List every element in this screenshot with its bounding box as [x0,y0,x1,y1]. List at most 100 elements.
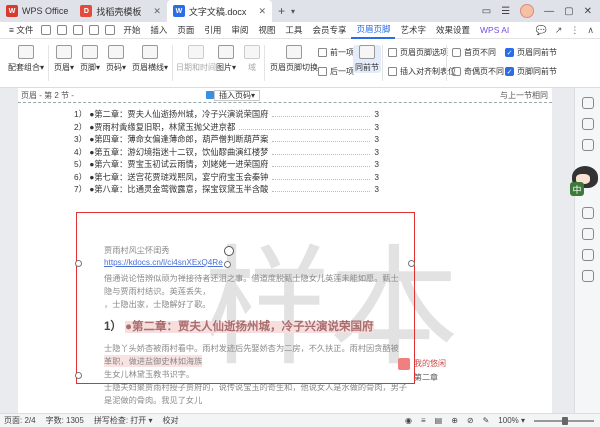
menu-view[interactable]: 视图 [253,22,280,39]
toc-entry[interactable]: 6） ●第七章：送宫花贾琏戏熙凤，宴宁府宝玉会秦钟 3 [74,171,379,184]
write-mode-icon[interactable]: ✎ [483,416,490,425]
sidebar-more-icon[interactable] [581,207,594,219]
sidebar-shapes-icon[interactable] [581,139,594,151]
window-layout-icon[interactable]: ▭ [482,6,491,17]
more-icon[interactable]: ⋮ [570,25,579,36]
header-footer-options-button[interactable]: 页眉页脚选项 [388,47,448,58]
undo-icon[interactable] [89,25,100,35]
tab-wps-office[interactable]: W WPS Office [0,0,74,22]
menu-effects[interactable]: 效果设置 [431,22,475,39]
menubar-right: 💬 ↗ ⋮ ∧ [536,25,600,36]
different-odd-even-checkbox[interactable]: 奇偶页不同 [452,66,504,77]
comment-icon[interactable]: 💬 [536,25,547,36]
link-to-previous-button[interactable]: 同前节 [353,45,381,73]
proofread-button[interactable]: 校对 [163,415,179,426]
toc-entry[interactable]: 5） ●第六章：贾宝玉初试云雨情，刘姥姥一进荣国府 3 [74,158,379,171]
header-button[interactable]: 页眉▾ [54,45,74,73]
zoom-slider[interactable] [534,416,594,425]
close-tab-icon[interactable]: ✕ [153,6,161,17]
footer-link-previous-checkbox[interactable]: ✓ 页脚同前节 [505,66,557,77]
menu-page[interactable]: 页面 [172,22,199,39]
word-count[interactable]: 字数: 1305 [46,415,84,426]
tab-templates[interactable]: D 找稻壳模板 ✕ [74,0,167,22]
document-page[interactable]: 页眉 - 第 2 节 - 插入页码▾ 与上一节相同 1） ●第二章：贾夫人仙逝扬… [18,88,552,413]
rotate-handle-icon[interactable] [224,246,234,256]
input-method-icon[interactable]: 中 [570,182,584,196]
header-icon [56,45,72,59]
eye-protection-icon[interactable]: ⊘ [467,416,474,425]
sidebar-edit-icon[interactable] [581,118,594,130]
tab-list-chevron-icon[interactable]: ▾ [291,7,295,16]
header-area[interactable]: 页眉 - 第 2 节 - 插入页码▾ 与上一节相同 [18,88,552,103]
next-item-button[interactable]: 后一项 [318,66,354,77]
print-icon[interactable] [73,25,84,35]
sidebar-ai-icon[interactable] [581,228,594,240]
combo-set-button[interactable]: 配套组合▾ [8,45,44,73]
redo-icon[interactable] [105,25,116,35]
comment-bubble[interactable]: 我的悠闲 第二章 [398,358,446,383]
field-button[interactable]: 域 [244,45,260,73]
resize-handle[interactable] [75,260,82,267]
menu-references[interactable]: 引用 [199,22,226,39]
menu-wordart[interactable]: 艺术字 [395,22,431,39]
menu-home[interactable]: 开始 [118,22,145,39]
header-footer-switch-button[interactable]: 页眉页脚切换 [270,45,318,73]
toc-entry[interactable]: 4） ●第五章：游幻境指迷十二钗，饮仙醪曲演红楼梦 3 [74,146,379,159]
checkbox-icon [452,67,461,76]
toc-entry[interactable]: 7） ●第八章：比通灵金莺微露意，探宝钗黛玉半含酸 3 [74,183,379,196]
header-link-previous-checkbox[interactable]: ✓ 页眉同前节 [505,47,557,58]
table-of-contents: 1） ●第二章：贾夫人仙逝扬州城，冷子兴演说荣国府 3 2） ●贾雨村夤缘复旧职，… [74,108,379,196]
insert-page-number-button[interactable]: 插入页码▾ [214,90,261,101]
page-indicator[interactable]: 页面: 2/4 [4,415,36,426]
web-view-icon[interactable]: ⊕ [451,416,458,425]
menu-header-footer[interactable]: 页眉页脚 [351,22,396,39]
previous-item-button[interactable]: 前一项 [318,47,354,58]
sidebar-select-icon[interactable] [581,97,594,109]
avatar[interactable] [520,4,535,18]
outline-view-icon[interactable]: ≡ [421,416,426,425]
close-window-icon[interactable]: ✕ [584,6,592,17]
menu-file[interactable]: ≡ 文件 [4,22,38,39]
document-workspace: 页眉 - 第 2 节 - 插入页码▾ 与上一节相同 1） ●第二章：贾夫人仙逝扬… [0,88,600,413]
resize-handle[interactable] [224,261,231,268]
resize-handle[interactable] [408,260,415,267]
wps-logo-icon: W [6,5,18,17]
menu-member[interactable]: 会员专享 [307,22,351,39]
zoom-slider-handle[interactable] [562,416,568,425]
assistant-sticker-icon[interactable]: 中 [560,152,598,196]
close-tab-icon[interactable]: ✕ [258,6,266,17]
open-folder-icon[interactable] [41,25,52,35]
tab-document[interactable]: W 文字文稿.docx ✕ [166,0,272,22]
minimize-icon[interactable]: — [544,6,554,17]
toc-entry[interactable]: 2） ●贾雨村夤缘复旧职，林黛玉抛父进京都 3 [74,121,379,134]
spell-check-toggle[interactable]: 拼写检查: 打开 ▾ [94,415,153,426]
menu-icon[interactable]: ☰ [501,6,510,17]
toc-entry[interactable]: 1） ●第二章：贾夫人仙逝扬州城，冷子兴演说荣国府 3 [74,108,379,121]
sidebar-add-icon[interactable] [581,270,594,282]
header-line-button[interactable]: 页眉横线▾ [132,45,168,73]
sidebar-cloud-icon[interactable] [581,249,594,261]
docer-logo-icon: D [80,5,93,17]
new-tab-plus-icon[interactable]: + [278,4,285,18]
menu-insert[interactable]: 插入 [145,22,172,39]
resize-handle[interactable] [75,372,82,379]
maximize-icon[interactable]: ▢ [564,6,573,17]
menu-wps-ai[interactable]: WPS AI [475,22,514,39]
toc-entry[interactable]: 3） ●第四章：薄命女偏逢薄命郎，葫芦僧判断葫芦案 3 [74,133,379,146]
menu-review[interactable]: 审阅 [226,22,253,39]
page-number-button[interactable]: 页码▾ [106,45,126,73]
ribbon-header-footer: 配套组合▾ 页眉▾ 页脚▾ 页码▾ 页眉横线▾ 日期和时间 图片▾ 域 页眉页脚… [0,39,600,88]
collapse-ribbon-icon[interactable]: ∧ [587,25,594,36]
page-view-icon[interactable]: ▤ [435,416,443,425]
save-icon[interactable] [57,25,68,35]
zoom-level[interactable]: 100% ▾ [498,416,525,425]
footer-button[interactable]: 页脚▾ [80,45,100,73]
different-first-page-checkbox[interactable]: 首页不同 [452,47,496,58]
date-time-button[interactable]: 日期和时间 [176,45,216,73]
focus-mode-icon[interactable]: ◉ [405,416,412,425]
tab-label: WPS Office [22,6,69,16]
share-icon[interactable]: ↗ [555,25,563,36]
header-line-icon [142,45,158,59]
menu-tools[interactable]: 工具 [280,22,307,39]
picture-button[interactable]: 图片▾ [216,45,236,73]
